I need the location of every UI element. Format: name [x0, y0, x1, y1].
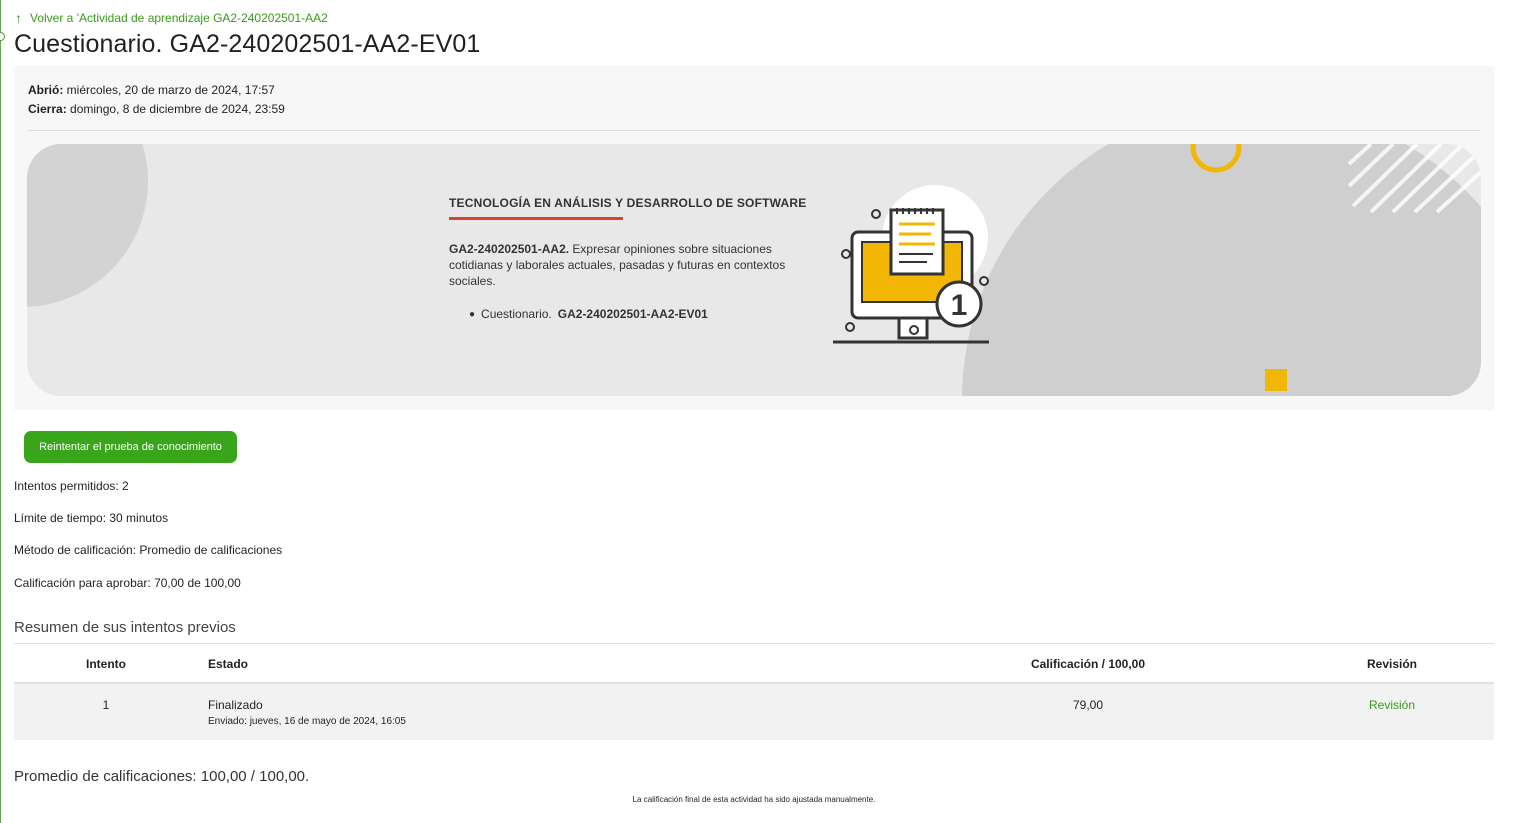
back-to-activity-link[interactable]: ↑ Volver a 'Actividad de aprendizaje GA2… [15, 11, 328, 25]
passing-grade: Calificación para aprobar: 70,00 de 100,… [14, 576, 241, 590]
closes-date: Cierra: domingo, 8 de diciembre de 2024,… [28, 102, 285, 116]
header-state: Estado [208, 657, 249, 671]
arrow-up-icon: ↑ [15, 10, 22, 26]
time-limit: Límite de tiempo: 30 minutos [14, 511, 169, 525]
row-submitted-date: Enviado: jueves, 16 de mayo de 2024, 16:… [208, 716, 406, 727]
attempts-summary-title: Resumen de sus intentos previos [14, 619, 236, 636]
illustration-number: 1 [951, 289, 968, 322]
evidence-prefix: Cuestionario. [481, 307, 552, 321]
header-grade: Calificación / 100,00 [1030, 657, 1146, 671]
row-state: Finalizado Enviado: jueves, 16 de mayo d… [208, 698, 406, 727]
back-link-label: Volver a 'Actividad de aprendizaje GA2-2… [30, 11, 328, 25]
attempts-allowed: Intentos permitidos: 2 [14, 479, 129, 493]
page-title: Cuestionario. GA2-240202501-AA2-EV01 [14, 30, 481, 58]
bullet-icon: ● [469, 308, 476, 320]
program-name: TECNOLOGÍA EN ANÁLISIS Y DESARROLLO DE S… [449, 196, 807, 210]
grade-average: Promedio de calificaciones: 100,00 / 100… [14, 768, 310, 785]
table-header: Intento Estado Calificación / 100,00 Rev… [14, 643, 1494, 684]
quiz-computer-illustration: 1 [833, 185, 989, 344]
retry-quiz-button[interactable]: Reintentar el prueba de conocimiento [24, 431, 237, 463]
row-grade: 79,00 [1072, 698, 1104, 712]
activity-code: GA2-240202501-AA2. [449, 242, 570, 256]
evidence-list-item: ● Cuestionario. GA2-240202501-AA2-EV01 [469, 307, 708, 321]
activity-dates: Abrió: miércoles, 20 de marzo de 2024, 1… [28, 81, 285, 119]
divider [28, 130, 1480, 131]
opened-date: Abrió: miércoles, 20 de marzo de 2024, 1… [28, 83, 275, 97]
manual-adjustment-note: La calificación final de esta actividad … [632, 795, 876, 804]
activity-info-panel: Abrió: miércoles, 20 de marzo de 2024, 1… [14, 66, 1494, 410]
activity-banner: TECNOLOGÍA EN ANÁLISIS Y DESARROLLO DE S… [27, 144, 1481, 396]
header-attempt: Intento [86, 657, 126, 671]
drawer-toggle-dot[interactable] [0, 32, 5, 41]
evidence-code: GA2-240202501-AA2-EV01 [557, 307, 708, 321]
activity-description: GA2-240202501-AA2. Expresar opiniones so… [449, 241, 799, 289]
review-link[interactable]: Revisión [1332, 698, 1452, 712]
attempts-table: Intento Estado Calificación / 100,00 Rev… [14, 643, 1494, 740]
row-state-label: Finalizado [208, 698, 263, 712]
grading-method: Método de calificación: Promedio de cali… [14, 543, 283, 557]
program-underline [449, 217, 623, 220]
row-attempt: 1 [102, 698, 110, 712]
table-row: 1 Finalizado Enviado: jueves, 16 de mayo… [14, 684, 1494, 740]
left-border [0, 0, 1, 823]
header-review: Revisión [1366, 657, 1417, 671]
